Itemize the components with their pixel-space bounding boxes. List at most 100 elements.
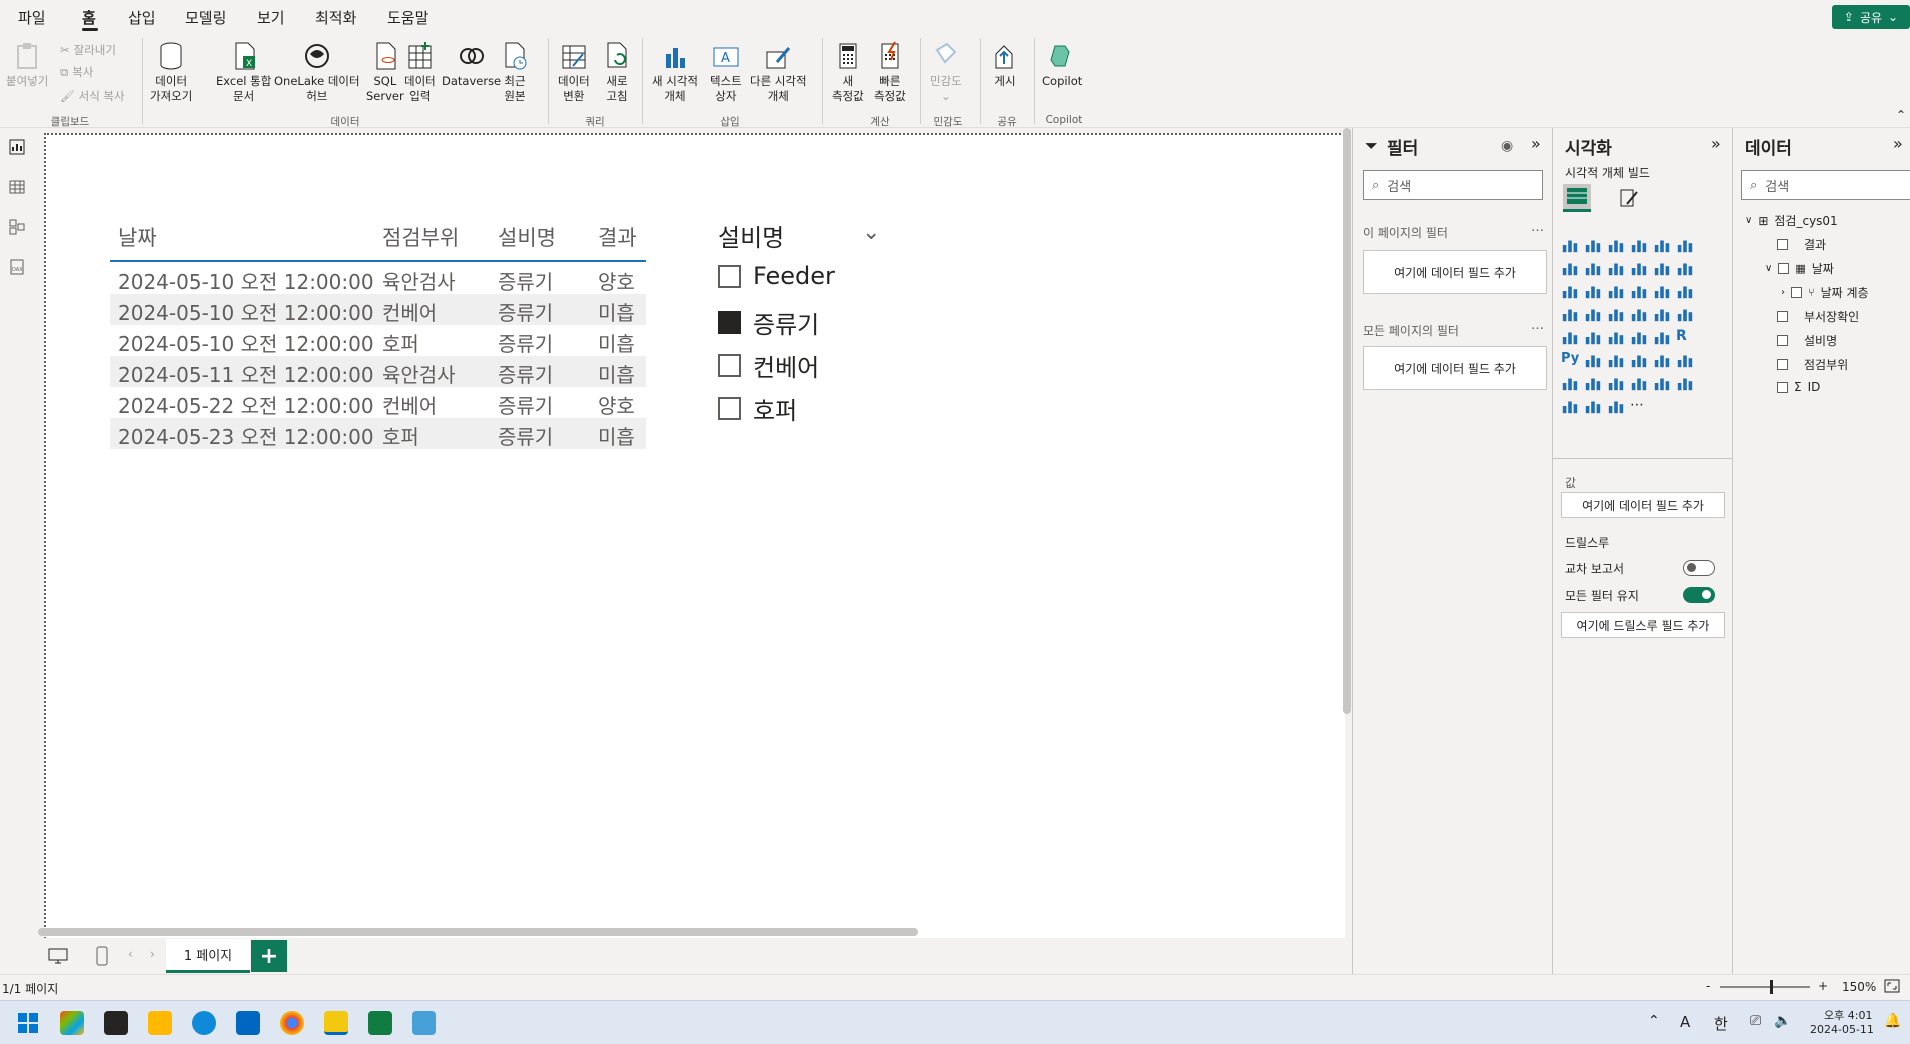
field-checkbox[interactable] xyxy=(1777,335,1788,346)
volume-icon[interactable]: 🔈 xyxy=(1774,1013,1791,1029)
waterfall-visual-icon[interactable] xyxy=(1584,282,1604,302)
paste-button[interactable]: 붙여넣기 xyxy=(6,40,48,89)
line-column-visual-icon[interactable] xyxy=(1653,259,1673,279)
100-area-visual-icon[interactable] xyxy=(1630,259,1650,279)
task-view-icon[interactable] xyxy=(104,1011,128,1035)
sql-server-button[interactable]: SQL Server xyxy=(366,40,404,104)
menu-optimize[interactable]: 최적화 xyxy=(315,7,356,28)
search-visual-icon[interactable] xyxy=(1561,397,1581,417)
menu-insert[interactable]: 삽입 xyxy=(128,7,156,28)
line-visual-icon[interactable] xyxy=(1561,259,1581,279)
menu-help[interactable]: 도움말 xyxy=(387,7,428,28)
field-checkbox[interactable] xyxy=(1777,359,1788,370)
new-measure-button[interactable]: 새 측정값 xyxy=(832,40,864,104)
column-header-part[interactable]: 점검부위 xyxy=(382,222,459,252)
values-field-well[interactable]: 여기에 데이터 필드 추가 xyxy=(1561,492,1725,518)
more-options-icon[interactable]: … xyxy=(1531,318,1544,333)
store-icon[interactable] xyxy=(236,1011,260,1035)
fit-to-page-icon[interactable] xyxy=(1884,979,1900,993)
clock-time[interactable]: 오후 4:01 xyxy=(1824,1007,1872,1023)
ime-mode-indicator[interactable]: A xyxy=(1680,1013,1690,1031)
notepad-icon[interactable] xyxy=(412,1011,436,1035)
scatter-visual-icon[interactable] xyxy=(1630,282,1650,302)
decomposition-tree-visual-icon[interactable] xyxy=(1607,351,1627,371)
funnel-visual-icon[interactable] xyxy=(1607,282,1627,302)
edge-browser-icon[interactable] xyxy=(192,1011,216,1035)
copilot-button[interactable]: Copilot xyxy=(1042,40,1082,89)
add-page-button[interactable]: + xyxy=(251,940,287,972)
windows-start-icon[interactable] xyxy=(16,1011,40,1035)
field-item-date-hierarchy[interactable]: › ⑂ 날짜 계층 xyxy=(1781,284,1869,301)
stacked-bar-visual-icon[interactable] xyxy=(1561,236,1581,256)
cross-report-toggle[interactable] xyxy=(1683,560,1715,576)
chevron-visual-icon[interactable] xyxy=(1676,374,1696,394)
model-view-icon[interactable] xyxy=(8,218,26,236)
narrative-visual-icon[interactable] xyxy=(1653,351,1673,371)
recent-sources-button[interactable]: 최근 원본 xyxy=(500,40,530,104)
dataverse-button[interactable]: Dataverse xyxy=(442,40,501,89)
refresh-button[interactable]: 새로 고침 xyxy=(602,40,632,104)
dax-query-view-icon[interactable]: DAX xyxy=(8,258,26,276)
column-header-date[interactable]: 날짜 xyxy=(118,222,157,252)
slicer-checkbox[interactable] xyxy=(718,264,741,288)
build-visual-tab[interactable] xyxy=(1563,184,1591,212)
slicer-checkbox-checked[interactable] xyxy=(718,311,741,334)
clustered-column-visual-icon[interactable] xyxy=(1584,236,1604,256)
network-icon[interactable]: ⎚ xyxy=(1750,1013,1761,1029)
chevron-down-icon[interactable]: ⌄ xyxy=(862,220,880,245)
pie-visual-icon[interactable] xyxy=(1653,282,1673,302)
stacked-area-visual-icon[interactable] xyxy=(1607,259,1627,279)
sensitivity-button[interactable]: 민감도 ⌄ xyxy=(930,40,962,104)
all-pages-filter-drop[interactable]: 여기에 데이터 필드 추가 xyxy=(1363,346,1547,390)
field-checkbox[interactable] xyxy=(1777,239,1788,250)
treemap-visual-icon[interactable] xyxy=(1561,305,1581,325)
chevron-up-icon[interactable]: ⌃ xyxy=(1648,1013,1660,1029)
card-visual-icon[interactable] xyxy=(1676,305,1696,325)
slicer-visual-icon[interactable] xyxy=(1607,328,1627,348)
power-automate-visual-icon[interactable] xyxy=(1607,374,1627,394)
ime-language-indicator[interactable]: 한 xyxy=(1714,1013,1728,1034)
filled-map-visual-icon[interactable] xyxy=(1607,305,1627,325)
vertical-scrollbar[interactable] xyxy=(1343,128,1351,714)
clustered-bar-visual-icon[interactable] xyxy=(1607,236,1627,256)
chrome-icon[interactable] xyxy=(280,1011,304,1035)
menu-home[interactable]: 홈 xyxy=(82,7,96,28)
file-explorer-icon[interactable] xyxy=(148,1011,172,1035)
share-button[interactable]: ⇪ 공유 ⌄ xyxy=(1832,5,1910,29)
clock-date[interactable]: 2024-05-11 xyxy=(1810,1023,1874,1036)
slicer-item-conveyor[interactable]: 컨베어 xyxy=(718,348,819,383)
zoom-out-icon[interactable]: - xyxy=(1706,979,1710,993)
quick-measure-button[interactable]: 빠른 측정값 xyxy=(874,40,906,104)
table-row[interactable]: 2024-05-10 오전 12:00:00 육안검사 증류기 양호 xyxy=(110,263,646,294)
donut-visual-icon[interactable] xyxy=(1676,282,1696,302)
slicer-item-distiller[interactable]: 증류기 xyxy=(718,305,819,340)
area-visual-icon[interactable] xyxy=(1584,259,1604,279)
field-item-result[interactable]: 결과 xyxy=(1777,236,1826,253)
power-bi-icon[interactable] xyxy=(324,1011,348,1035)
field-item-equipment[interactable]: 설비명 xyxy=(1777,332,1837,349)
collapse-pane-icon[interactable]: » xyxy=(1893,134,1903,153)
enter-data-button[interactable]: 데이터 입력 xyxy=(404,40,436,104)
transform-data-button[interactable]: 데이터 변환 xyxy=(558,40,590,104)
excel-app-icon[interactable] xyxy=(368,1011,392,1035)
table-row[interactable]: 2024-05-23 오전 12:00:00 호퍼 증류기 미흡 xyxy=(110,418,646,449)
excel-workbook-button[interactable]: X Excel 통합 문서 xyxy=(216,40,271,104)
slicer-item-feeder[interactable]: Feeder xyxy=(718,262,835,290)
qa-visual-icon[interactable] xyxy=(1630,351,1650,371)
format-visual-icon[interactable] xyxy=(1617,186,1641,210)
desktop-layout-icon[interactable] xyxy=(48,947,68,965)
text-box-button[interactable]: A 텍스트 상자 xyxy=(710,40,742,104)
field-item-id[interactable]: Σ ID xyxy=(1777,380,1820,394)
more-visual-icon[interactable]: ⋯ xyxy=(1630,397,1650,417)
bars-visual-icon[interactable] xyxy=(1584,397,1604,417)
onelake-hub-button[interactable]: OneLake 데이터 허브 xyxy=(274,40,360,104)
line-stacked-visual-icon[interactable] xyxy=(1676,259,1696,279)
powerbi-logo-visual-icon[interactable] xyxy=(1607,397,1627,417)
field-checkbox[interactable] xyxy=(1791,287,1802,298)
100-column-visual-icon[interactable] xyxy=(1676,236,1696,256)
power-apps-visual-icon[interactable] xyxy=(1584,374,1604,394)
table-row[interactable]: 2024-05-10 오전 12:00:00 호퍼 증류기 미흡 xyxy=(110,325,646,356)
multi-card-visual-icon[interactable] xyxy=(1561,328,1581,348)
filter-search-input[interactable]: ⌕ 검색 xyxy=(1363,170,1543,200)
page-tab-1[interactable]: 1 페이지 xyxy=(166,939,250,973)
